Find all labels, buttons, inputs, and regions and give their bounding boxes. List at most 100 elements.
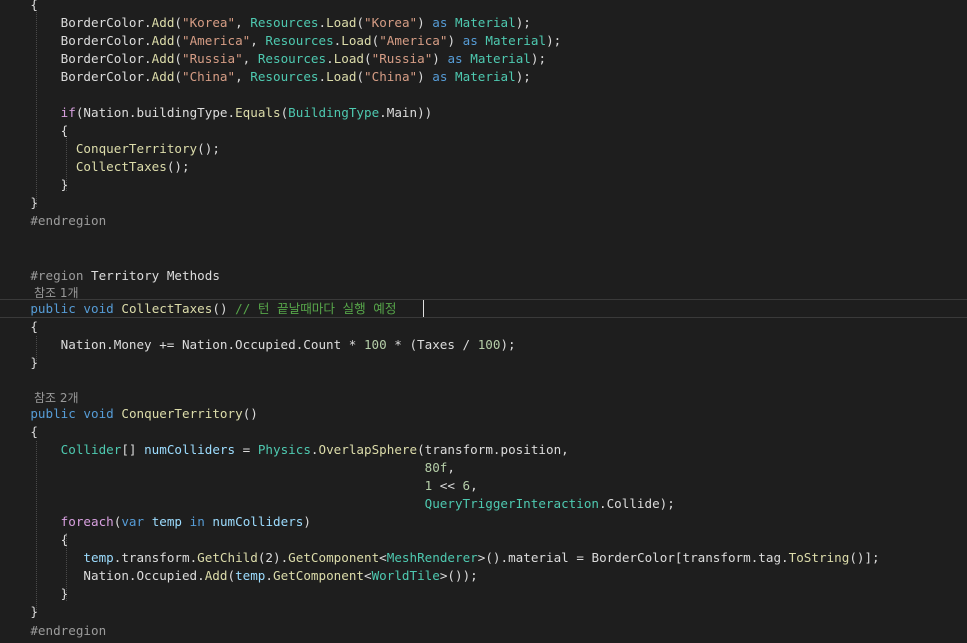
code-line[interactable]: BorderColor.Add("America", Resources.Loa… — [0, 32, 562, 50]
code-token: , — [447, 460, 455, 475]
code-token: Add — [204, 568, 228, 583]
code-token: 6 — [462, 478, 471, 493]
code-token: CollectTaxes — [75, 159, 167, 174]
code-token: < — [379, 550, 387, 565]
code-token: ); — [546, 33, 562, 48]
code-line[interactable]: public void ConquerTerritory() — [0, 405, 258, 423]
code-line[interactable]: 1 << 6, — [0, 477, 478, 495]
code-token: Add — [151, 15, 175, 30]
code-token: ( — [174, 69, 182, 84]
code-token: Material — [470, 51, 531, 66]
code-token: , — [235, 69, 251, 84]
code-token: , — [235, 15, 251, 30]
code-token: "China" — [182, 69, 236, 84]
code-token: Add — [151, 51, 175, 66]
code-token: (Nation.buildingType. — [75, 105, 236, 120]
code-line[interactable]: Nation.Occupied.Add(temp.GetComponent<Wo… — [0, 567, 477, 585]
code-token: BuildingType — [288, 105, 380, 120]
code-token: foreach — [60, 514, 114, 529]
code-line[interactable]: #endregion — [0, 622, 106, 640]
code-token: ) — [417, 15, 433, 30]
code-token: Load — [326, 15, 357, 30]
code-editor[interactable]: { BorderColor.Add("Korea", Resources.Loa… — [0, 0, 967, 643]
code-token: { — [0, 319, 38, 334]
code-token: 100 — [477, 337, 501, 352]
code-line[interactable]: BorderColor.Add("Russia", Resources.Load… — [0, 50, 546, 68]
code-token: "America" — [379, 33, 448, 48]
code-line[interactable]: { — [0, 531, 69, 549]
code-token: ( — [356, 15, 365, 30]
code-token: . — [265, 568, 273, 583]
code-line[interactable]: ConquerTerritory(); — [0, 140, 220, 158]
code-token: OverlapSphere — [318, 442, 418, 457]
code-line[interactable]: } — [0, 354, 38, 372]
code-token: 80f — [424, 460, 448, 475]
code-line[interactable]: } — [0, 585, 69, 603]
code-token: ); — [530, 51, 547, 66]
code-token: ); — [515, 15, 531, 30]
code-line[interactable]: if(Nation.buildingType.Equals(BuildingTy… — [0, 104, 433, 122]
code-line[interactable]: Nation.Money += Nation.Occupied.Count * … — [0, 336, 516, 354]
code-line[interactable]: foreach(var temp in numColliders) — [0, 513, 311, 531]
text-cursor — [423, 300, 424, 317]
code-line[interactable]: Collider[] numColliders = Physics.Overla… — [0, 441, 569, 459]
code-token: .transform. — [113, 550, 198, 565]
code-line[interactable]: 80f, — [0, 459, 455, 477]
code-line[interactable]: public void CollectTaxes() // 턴 끝날때마다 실행… — [0, 300, 396, 318]
code-token: ( — [174, 15, 182, 30]
code-token: as — [447, 51, 463, 66]
code-token: . — [310, 442, 319, 457]
code-token: ConquerTerritory — [75, 141, 198, 156]
code-line[interactable]: temp.transform.GetChild(2).GetComponent<… — [0, 549, 879, 567]
code-token: ) — [432, 51, 448, 66]
code-line[interactable]: { — [0, 122, 69, 140]
code-token: (); — [197, 141, 220, 156]
code-token: // 턴 끝날때마다 실행 예정 — [235, 301, 397, 316]
code-line[interactable]: { — [0, 0, 38, 14]
code-token: numColliders — [144, 442, 236, 457]
code-line[interactable]: #endregion — [0, 212, 106, 230]
code-token: . — [326, 51, 334, 66]
code-token: WorldTile — [371, 568, 440, 583]
code-token: as — [462, 33, 478, 48]
code-token: ) — [447, 33, 463, 48]
code-token: public — [0, 406, 76, 421]
code-line[interactable]: } — [0, 176, 69, 194]
code-token: Resources — [250, 69, 319, 84]
code-token: void — [83, 301, 114, 316]
code-token: Resources — [250, 15, 319, 30]
code-token: ); — [515, 69, 531, 84]
code-line[interactable]: QueryTriggerInteraction.Collide); — [0, 495, 675, 513]
code-token: temp — [235, 568, 266, 583]
code-line[interactable]: BorderColor.Add("China", Resources.Load(… — [0, 68, 531, 86]
code-token: } — [0, 586, 69, 601]
code-token: .Collide); — [599, 496, 675, 511]
code-token: = — [235, 442, 258, 457]
code-token: (2). — [257, 550, 289, 565]
code-line[interactable]: CollectTaxes(); — [0, 158, 190, 176]
code-token: . — [318, 69, 327, 84]
code-token: "America" — [182, 33, 251, 48]
code-line[interactable]: BorderColor.Add("Korea", Resources.Load(… — [0, 14, 531, 32]
code-line[interactable]: } — [0, 194, 38, 212]
code-line[interactable]: { — [0, 423, 38, 441]
code-token: Add — [151, 33, 175, 48]
code-token: ) — [417, 69, 433, 84]
code-line[interactable]: { — [0, 318, 38, 336]
code-token: GetChild — [197, 550, 258, 565]
code-token: << — [432, 478, 463, 493]
code-token: Physics — [257, 442, 311, 457]
code-line[interactable]: #region Territory Methods — [0, 267, 220, 285]
code-token: if — [60, 105, 76, 120]
code-token: , — [242, 51, 258, 66]
code-token: } — [0, 355, 38, 370]
code-token: Load — [333, 51, 365, 66]
code-line[interactable]: } — [0, 603, 38, 621]
code-token: (transform.position, — [417, 442, 569, 457]
code-token: { — [0, 0, 38, 12]
